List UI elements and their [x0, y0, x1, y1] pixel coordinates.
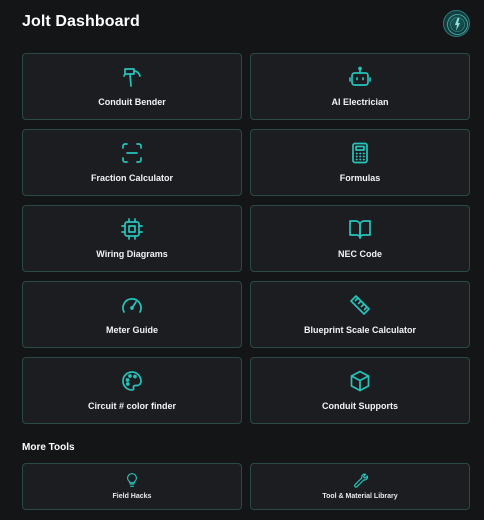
tool-tile-ai-electrician[interactable]: AI Electrician [250, 53, 470, 120]
tool-label: Circuit # color finder [87, 401, 176, 411]
calculator-icon [348, 141, 372, 165]
book-icon [348, 217, 372, 241]
chip-icon [120, 217, 144, 241]
tool-label: AI Electrician [331, 97, 389, 107]
tool-tile-conduit-bender[interactable]: Conduit Bender [22, 53, 242, 120]
lightbulb-icon [124, 472, 140, 488]
tool-tile-meter-guide[interactable]: Meter Guide [22, 281, 242, 348]
tool-label: Blueprint Scale Calculator [303, 325, 417, 335]
scan-icon [120, 141, 144, 165]
more-tool-tile-tool-material-library[interactable]: Tool & Material Library [250, 463, 470, 510]
tool-label: NEC Code [337, 249, 382, 259]
page-title: Jolt Dashboard [22, 13, 140, 30]
tool-tile-fraction-calculator[interactable]: Fraction Calculator [22, 129, 242, 196]
more-tools-grid: Field Hacks Tool & Material Library [22, 463, 470, 510]
more-tool-label: Field Hacks [112, 493, 152, 500]
ruler-icon [348, 293, 372, 317]
tool-label: Formulas [339, 173, 381, 183]
header: Jolt Dashboard [0, 0, 484, 46]
tool-tile-circuit-color-finder[interactable]: Circuit # color finder [22, 357, 242, 424]
more-tools-heading: More Tools [22, 442, 75, 453]
hammer-icon [120, 65, 144, 89]
wrench-icon [352, 472, 368, 488]
box-icon [348, 369, 372, 393]
tool-tile-conduit-supports[interactable]: Conduit Supports [250, 357, 470, 424]
tool-grid: Conduit Bender AI Electrician Fraction C… [22, 53, 470, 424]
tool-label: Conduit Bender [98, 97, 166, 107]
palette-icon [120, 369, 144, 393]
more-tool-label: Tool & Material Library [322, 493, 398, 500]
tool-tile-formulas[interactable]: Formulas [250, 129, 470, 196]
tool-label: Fraction Calculator [90, 173, 173, 183]
logo-icon[interactable] [443, 10, 470, 37]
tool-tile-nec-code[interactable]: NEC Code [250, 205, 470, 272]
gauge-icon [120, 293, 144, 317]
tool-label: Meter Guide [105, 325, 158, 335]
tool-label: Conduit Supports [322, 401, 398, 411]
tool-label: Wiring Diagrams [96, 249, 168, 259]
tool-tile-wiring-diagrams[interactable]: Wiring Diagrams [22, 205, 242, 272]
robot-icon [348, 65, 372, 89]
more-tool-tile-field-hacks[interactable]: Field Hacks [22, 463, 242, 510]
tool-tile-blueprint-scale-calculator[interactable]: Blueprint Scale Calculator [250, 281, 470, 348]
